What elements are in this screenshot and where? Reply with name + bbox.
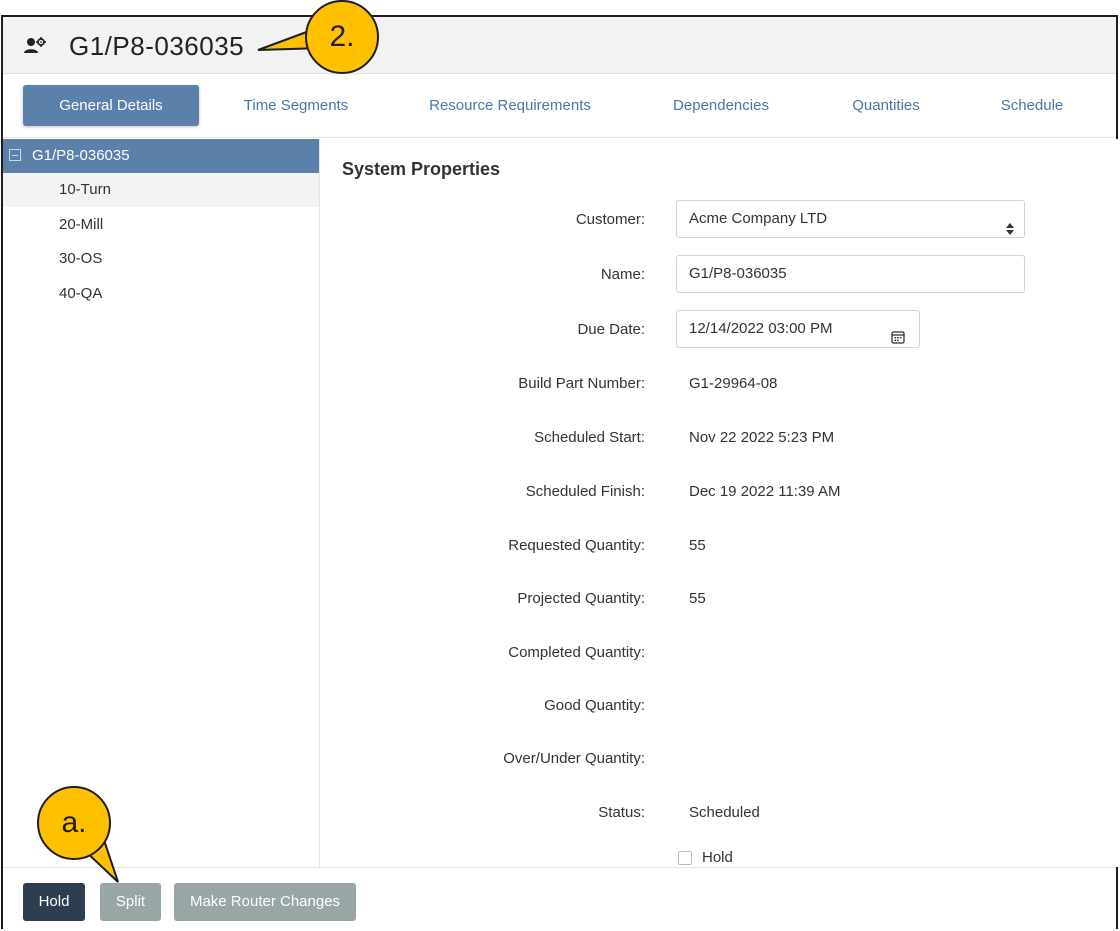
select-arrows-icon: [1006, 213, 1014, 235]
tab-dependencies[interactable]: Dependencies: [658, 85, 784, 126]
split-button[interactable]: Split: [100, 883, 161, 921]
tab-schedule[interactable]: Schedule: [987, 85, 1077, 126]
hold-checkbox-label: Hold: [702, 849, 733, 866]
scheduled-finish-value: Dec 19 2022 11:39 AM: [689, 483, 841, 500]
projected-quantity-value: 55: [689, 590, 706, 607]
hold-button[interactable]: Hold: [23, 883, 85, 921]
make-router-changes-button[interactable]: Make Router Changes: [174, 883, 356, 921]
title-bar: G1/P8-036035: [3, 17, 1116, 74]
section-title: System Properties: [342, 159, 501, 179]
requested-quantity-value: 55: [689, 537, 706, 554]
tab-bar: General Details Time Segments Resource R…: [3, 74, 1116, 138]
tree-item-40-qa[interactable]: 40-QA: [3, 277, 319, 311]
name-value: G1/P8-036035: [689, 265, 787, 282]
completed-quantity-label: Completed Quantity:: [508, 644, 645, 661]
scheduled-start-value: Nov 22 2022 5:23 PM: [689, 429, 835, 446]
customer-value: Acme Company LTD: [689, 210, 828, 227]
due-date-label: Due Date:: [577, 321, 645, 338]
tree-item-10-turn[interactable]: 10-Turn: [3, 173, 319, 207]
action-footer: Hold Split Make Router Changes: [3, 867, 1116, 929]
name-field[interactable]: G1/P8-036035: [676, 255, 1025, 293]
page-title: G1/P8-036035: [69, 31, 245, 61]
tab-quantities[interactable]: Quantities: [834, 85, 938, 126]
projected-quantity-label: Projected Quantity:: [517, 590, 645, 607]
tree-item-20-mill[interactable]: 20-Mill: [3, 208, 319, 242]
requested-quantity-label: Requested Quantity:: [508, 537, 645, 554]
scheduled-finish-label: Scheduled Finish:: [525, 483, 645, 500]
tab-time-segments[interactable]: Time Segments: [231, 85, 361, 126]
details-panel: System Properties Customer: Acme Company…: [321, 139, 1118, 867]
collapse-toggle-icon[interactable]: [9, 149, 21, 161]
callout-marker-2: 2.: [305, 0, 379, 74]
user-gear-icon: [23, 36, 47, 56]
customer-select[interactable]: Acme Company LTD: [676, 200, 1025, 238]
tree-root-node[interactable]: G1/P8-036035: [3, 139, 319, 173]
tab-general-details[interactable]: General Details: [23, 85, 199, 126]
customer-label: Customer:: [575, 211, 645, 228]
build-part-number-label: Build Part Number:: [518, 375, 645, 392]
tree-item-30-os[interactable]: 30-OS: [3, 242, 319, 276]
hold-checkbox[interactable]: [678, 851, 692, 865]
calendar-icon[interactable]: [891, 322, 905, 344]
scheduled-start-label: Scheduled Start:: [534, 429, 645, 446]
build-part-number-value: G1-29964-08: [689, 375, 778, 392]
operation-tree: G1/P8-036035 10-Turn 20-Mill 30-OS 40-QA: [3, 139, 320, 867]
good-quantity-label: Good Quantity:: [544, 697, 645, 714]
callout-marker-a: a.: [37, 786, 111, 860]
work-order-window: G1/P8-036035 General Details Time Segmen…: [1, 15, 1118, 929]
tab-resource-requirements[interactable]: Resource Requirements: [413, 85, 607, 126]
status-label: Status:: [598, 804, 645, 821]
tree-root-label: G1/P8-036035: [32, 147, 130, 164]
status-value: Scheduled: [689, 804, 760, 821]
over-under-quantity-label: Over/Under Quantity:: [503, 750, 645, 767]
due-date-field[interactable]: 12/14/2022 03:00 PM: [676, 310, 920, 348]
name-label: Name:: [600, 266, 645, 283]
due-date-value: 12/14/2022 03:00 PM: [689, 320, 833, 337]
